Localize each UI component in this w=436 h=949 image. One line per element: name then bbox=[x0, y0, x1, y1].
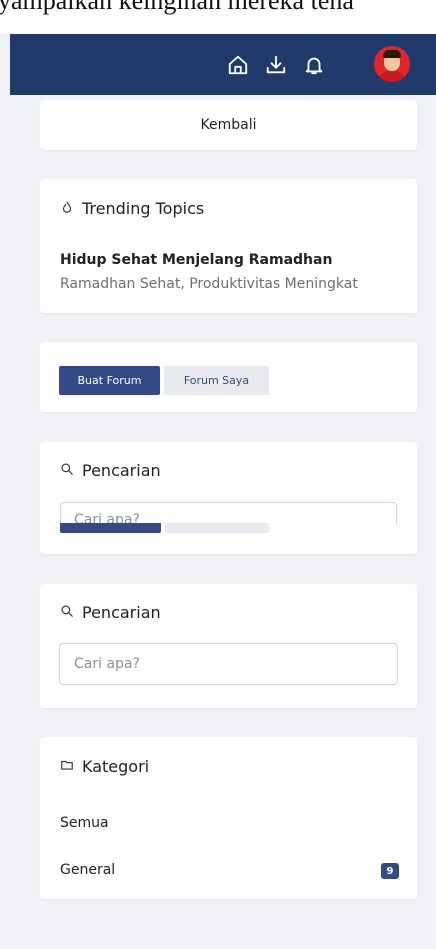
category-item-general[interactable]: General bbox=[60, 862, 115, 878]
search-card-ghost: Pencarian Cari apa? bbox=[40, 442, 417, 554]
trending-topics-heading: Trending Topics bbox=[60, 199, 204, 218]
flame-icon bbox=[60, 199, 74, 218]
top-navbar bbox=[10, 34, 436, 95]
back-button-label[interactable]: Kembali bbox=[201, 117, 257, 133]
create-forum-button[interactable]: Buat Forum bbox=[59, 366, 160, 395]
forum-actions-card: Buat Forum Forum Saya bbox=[40, 342, 417, 412]
download-icon[interactable] bbox=[264, 53, 288, 77]
back-card[interactable]: Kembali bbox=[40, 100, 417, 150]
trending-topics-card: Trending Topics Hidup Sehat Menjelang Ra… bbox=[40, 179, 417, 313]
home-icon[interactable] bbox=[226, 53, 250, 77]
search-heading-ghost: Pencarian bbox=[60, 461, 161, 480]
topic-title-link[interactable]: Hidup Sehat Menjelang Ramadhan bbox=[60, 252, 332, 268]
category-item-all[interactable]: Semua bbox=[60, 815, 109, 831]
category-count-badge: 9 bbox=[381, 863, 399, 879]
search-icon bbox=[60, 603, 74, 622]
background-text-fragment: yampaikan keinginan mereka tena bbox=[0, 0, 436, 34]
category-title: Kategori bbox=[82, 757, 150, 776]
user-avatar[interactable] bbox=[374, 46, 410, 82]
search-card: Pencarian bbox=[40, 584, 417, 708]
trending-topics-title: Trending Topics bbox=[82, 199, 205, 218]
folder-icon bbox=[60, 757, 74, 776]
search-input[interactable] bbox=[59, 643, 398, 685]
bell-icon[interactable] bbox=[302, 53, 326, 77]
category-heading: Kategori bbox=[60, 757, 149, 776]
topic-subtitle: Ramadhan Sehat, Produktivitas Meningkat bbox=[60, 276, 358, 292]
search-icon bbox=[60, 461, 74, 480]
rendering-overlap-artifact: Cari apa? bbox=[60, 502, 397, 538]
search-title-ghost: Pencarian bbox=[82, 461, 161, 480]
search-heading: Pencarian bbox=[60, 603, 161, 622]
category-card: Kategori Semua General 9 bbox=[40, 737, 417, 899]
my-forum-button[interactable]: Forum Saya bbox=[164, 366, 269, 395]
fragment-text: yampaikan keinginan mereka tena bbox=[0, 0, 354, 15]
search-title: Pencarian bbox=[82, 603, 161, 622]
